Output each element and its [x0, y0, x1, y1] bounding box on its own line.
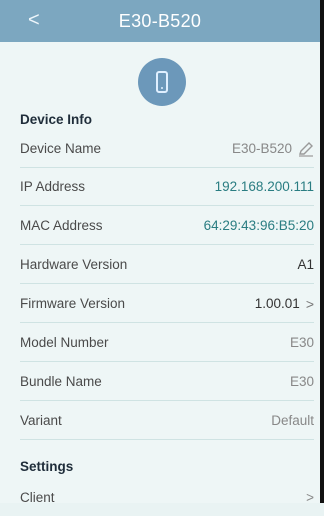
section-settings: Settings [20, 459, 74, 474]
client-label: Client [20, 489, 55, 505]
mac-address-label: MAC Address [20, 218, 103, 233]
row-bundle-name: Bundle Name E30 [20, 363, 314, 401]
row-firmware-version[interactable]: Firmware Version 1.00.01 > [20, 285, 314, 323]
row-variant: Variant Default [20, 402, 314, 440]
page-title: E30-B520 [118, 10, 202, 31]
pencil-icon[interactable] [298, 141, 314, 157]
bundle-name-label: Bundle Name [20, 374, 102, 389]
row-model-number: Model Number E30 [20, 324, 314, 362]
chevron-right-icon: > [305, 295, 314, 312]
section-device-info: Device Info [20, 112, 93, 127]
device-name-text: E30-B520 [231, 141, 292, 156]
firmware-version-label: Firmware Version [20, 296, 126, 311]
firmware-version-text: 1.00.01 [254, 296, 300, 311]
row-hardware-version: Hardware Version A1 [20, 246, 314, 284]
row-device-name[interactable]: Device Name E30-B520 [20, 130, 314, 168]
bundle-name-value: E30 [289, 374, 314, 389]
variant-label: Variant [20, 413, 62, 428]
chevron-left-icon[interactable]: < [28, 8, 40, 32]
device-name-label: Device Name [20, 141, 102, 156]
row-ip-address: IP Address 192.168.200.111 [20, 168, 314, 206]
device-name-value: E30-B520 [232, 141, 314, 157]
variant-value: Default [271, 413, 314, 428]
top-app-bar: < E30-B520 [0, 0, 320, 42]
ip-address-value: 192.168.200.111 [214, 179, 314, 194]
model-number-value: E30 [289, 335, 314, 350]
model-number-label: Model Number [20, 335, 109, 350]
device-icon [156, 71, 168, 93]
chevron-right-icon: > [306, 489, 314, 505]
hardware-version-value: A1 [297, 257, 314, 272]
row-mac-address: MAC Address 64:29:43:96:B5:20 [20, 207, 314, 245]
firmware-version-value: 1.00.01 > [255, 296, 314, 312]
device-avatar [138, 58, 186, 106]
ip-address-label: IP Address [20, 179, 86, 194]
screen-frame: < E30-B520 Device Info Device Name E30-B… [0, 0, 324, 505]
row-client[interactable]: Client > [20, 478, 314, 516]
hardware-version-label: Hardware Version [20, 257, 128, 272]
mac-address-value: 64:29:43:96:B5:20 [203, 218, 314, 233]
